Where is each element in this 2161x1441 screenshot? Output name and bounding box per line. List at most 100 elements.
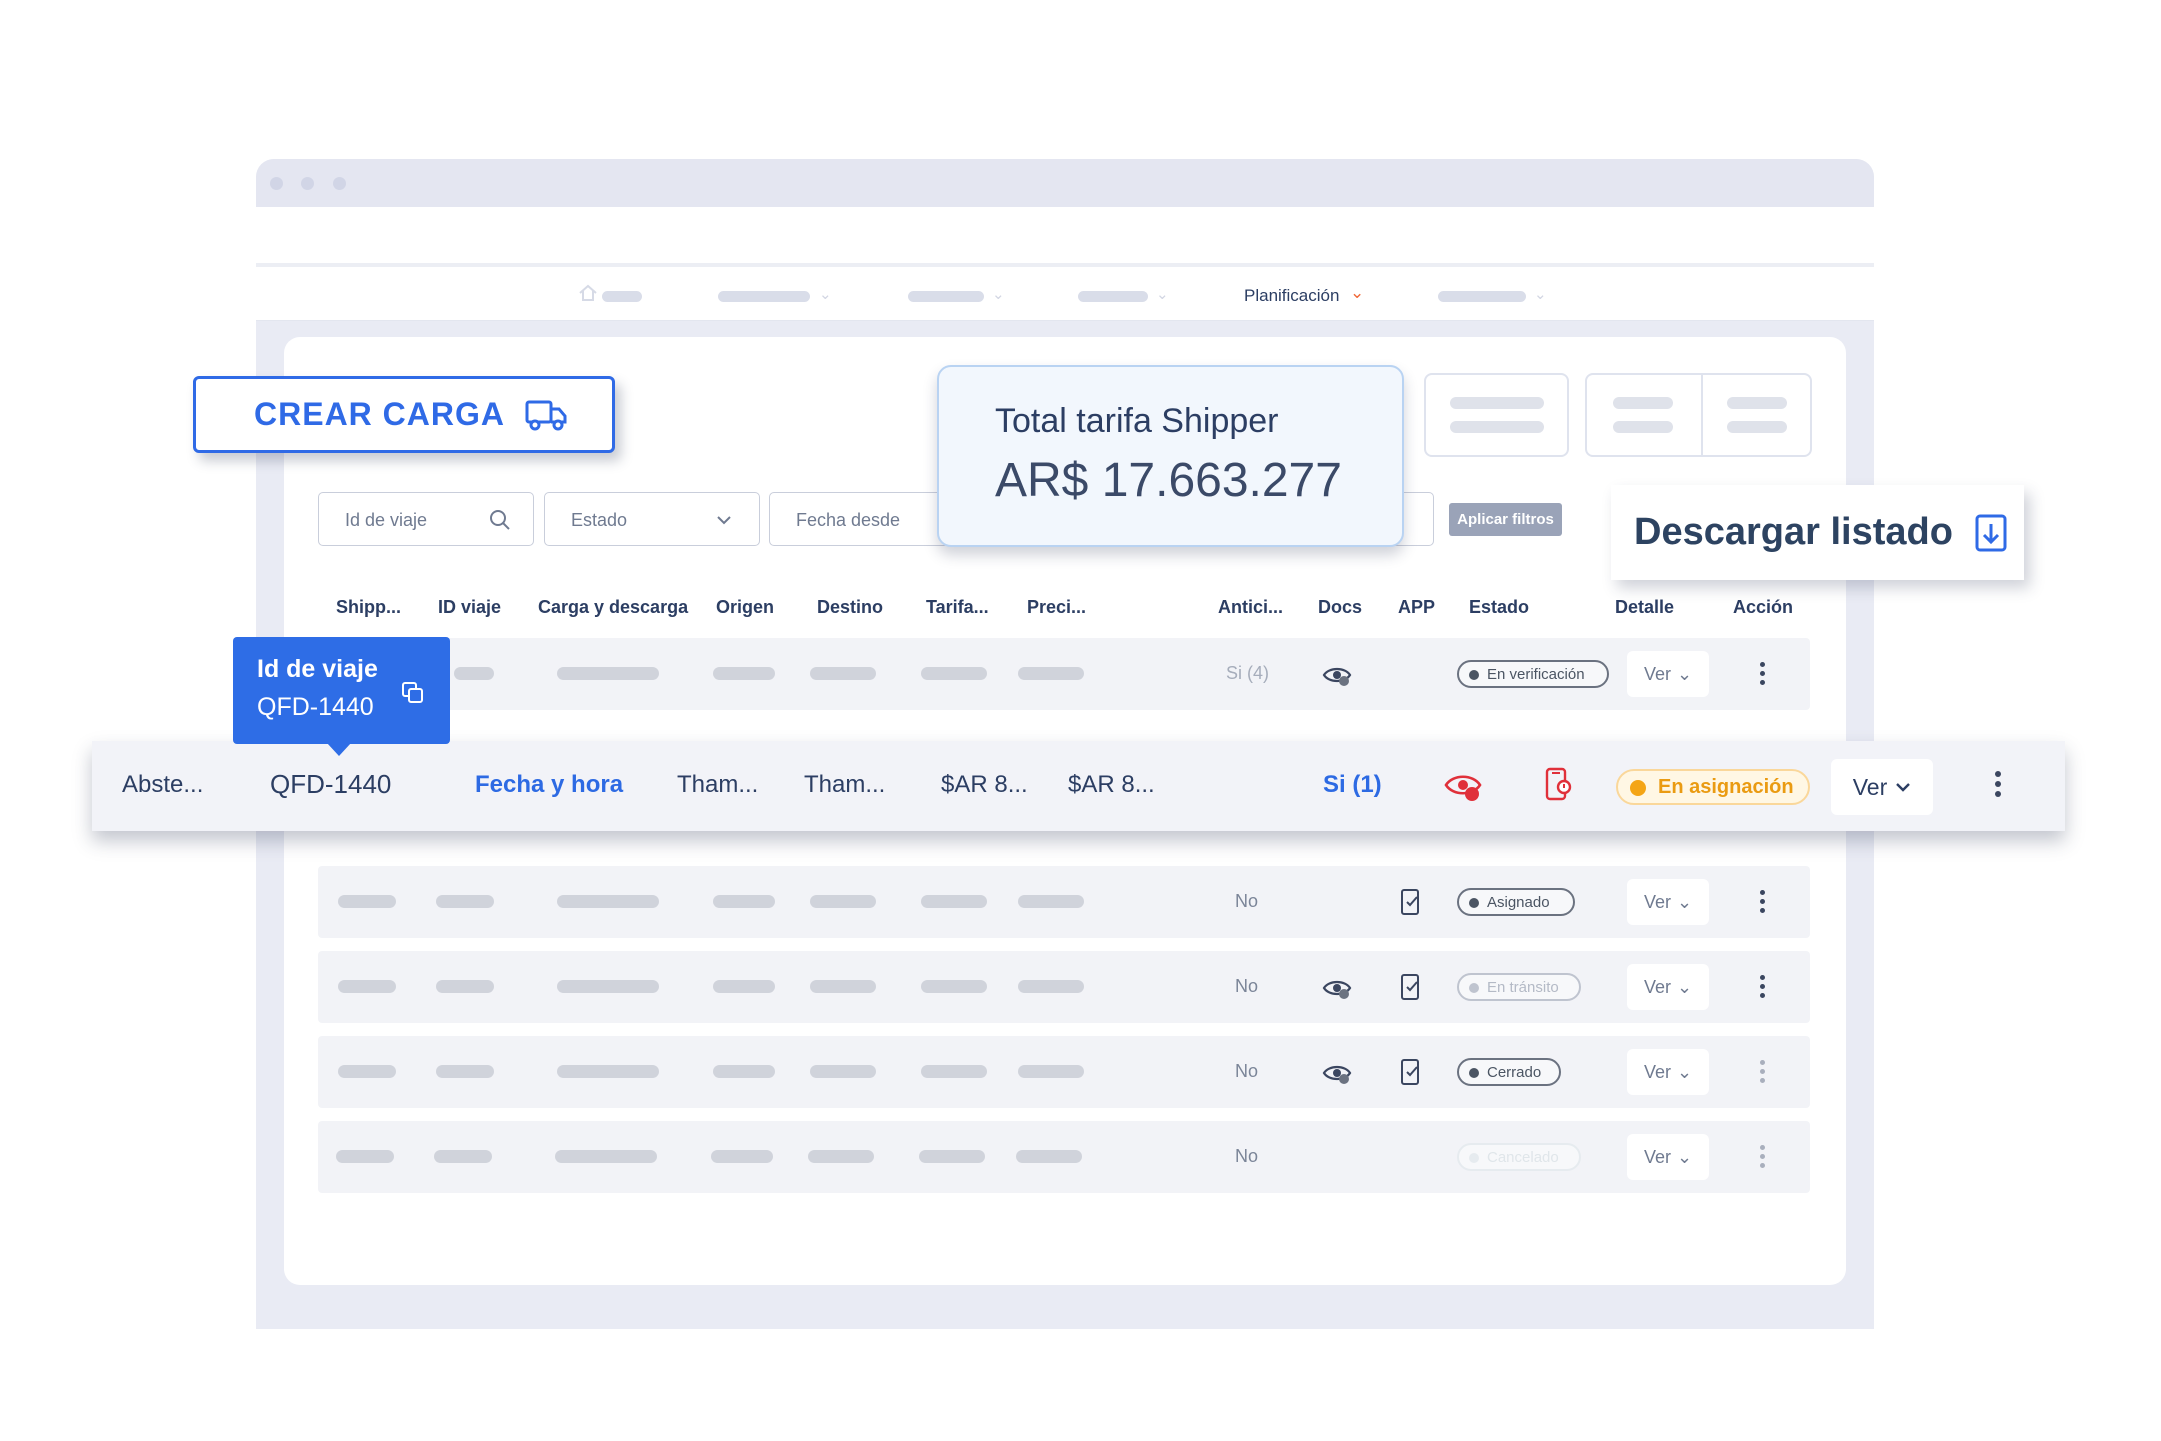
column-header-status[interactable]: Estado <box>1469 597 1529 618</box>
cell-placeholder <box>1018 980 1084 993</box>
ver-dropdown-button[interactable]: Ver ⌄ <box>1627 879 1709 925</box>
app-check-icon[interactable] <box>1400 973 1422 1001</box>
table-row[interactable]: No Asignado Ver ⌄ <box>318 866 1810 938</box>
apply-filters-button[interactable]: Aplicar filtros <box>1449 503 1562 536</box>
cell-placeholder <box>713 980 775 993</box>
home-icon[interactable] <box>578 284 598 302</box>
placeholder-bar <box>1613 421 1673 433</box>
create-load-label: CREAR CARGA <box>254 396 505 432</box>
placeholder-card[interactable] <box>1424 373 1569 457</box>
download-list-label: Descargar listado <box>1634 511 1953 553</box>
nav-item-placeholder[interactable] <box>602 291 642 302</box>
app-check-icon[interactable] <box>1400 888 1422 916</box>
cell-placeholder <box>921 980 987 993</box>
kebab-menu-icon[interactable] <box>1760 975 1766 1002</box>
cell-placeholder <box>713 1065 775 1078</box>
kebab-menu-icon[interactable] <box>1760 1060 1766 1087</box>
ver-dropdown-button[interactable]: Ver ⌄ <box>1627 1134 1709 1180</box>
chevron-down-icon: ⌄ <box>1676 1061 1693 1082</box>
total-rate-value: AR$ 17.663.277 <box>995 454 1342 507</box>
ver-dropdown-button[interactable]: Ver ⌄ <box>1627 964 1709 1010</box>
cell-placeholder <box>436 980 494 993</box>
ver-dropdown-button[interactable]: Ver <box>1831 759 1933 815</box>
cell-placeholder <box>921 1065 987 1078</box>
ver-label: Ver <box>1643 891 1671 912</box>
ver-dropdown-button[interactable]: Ver ⌄ <box>1627 1049 1709 1095</box>
nav-item-placeholder[interactable] <box>1438 291 1526 302</box>
trip-id-filter-input[interactable]: Id de viaje <box>318 492 534 546</box>
cell-placeholder <box>555 1150 657 1163</box>
date-from-filter-placeholder: Fecha desde <box>796 510 901 530</box>
eye-icon[interactable] <box>1322 663 1352 687</box>
column-header-rate[interactable]: Tarifa... <box>926 597 989 618</box>
cell-placeholder <box>557 980 659 993</box>
table-row[interactable]: No Cerrado Ver ⌄ <box>318 1036 1810 1108</box>
trip-id-tooltip: Id de viaje QFD-1440 <box>233 637 450 756</box>
kebab-menu-icon[interactable] <box>1995 771 2002 801</box>
chevron-down-icon: ⌄ <box>1350 283 1365 302</box>
highlighted-table-row[interactable]: Abste... QFD-1440 Fecha y hora Tham... T… <box>92 741 2065 831</box>
status-badge: En asignación <box>1616 769 1810 805</box>
tooltip-title: Id de viaje <box>257 655 378 683</box>
cell-placeholder <box>921 667 987 680</box>
download-list-button[interactable]: Descargar listado <box>1611 485 2024 580</box>
cell-placeholder <box>810 1065 876 1078</box>
column-header-load-unload[interactable]: Carga y descarga <box>538 597 688 618</box>
column-header-detail[interactable]: Detalle <box>1615 597 1674 618</box>
status-badge: Cancelado <box>1457 1143 1581 1171</box>
column-header-action[interactable]: Acción <box>1733 597 1793 618</box>
eye-icon[interactable] <box>1322 976 1352 1000</box>
column-header-trip-id[interactable]: ID viaje <box>438 597 501 618</box>
placeholder-bar <box>1613 397 1673 409</box>
status-badge: Asignado <box>1457 888 1575 916</box>
column-header-app[interactable]: APP <box>1398 597 1435 618</box>
advance-cell: No <box>1235 891 1259 911</box>
eye-icon[interactable] <box>1322 1061 1352 1085</box>
rate-cell: $AR 8... <box>941 771 1028 798</box>
kebab-menu-icon[interactable] <box>1760 662 1766 689</box>
cell-placeholder <box>810 980 876 993</box>
search-icon <box>490 510 510 530</box>
trip-id-cell[interactable]: QFD-1440 <box>270 769 391 800</box>
eye-alert-icon[interactable] <box>1444 771 1482 803</box>
nav-item-placeholder[interactable] <box>908 291 984 302</box>
ver-label: Ver <box>1852 773 1888 800</box>
ver-dropdown-button[interactable]: Ver ⌄ <box>1627 651 1709 697</box>
copy-icon[interactable] <box>400 680 426 706</box>
table-row[interactable]: Si (4) En verificación Ver ⌄ <box>318 638 1810 710</box>
table-row[interactable]: No Cancelado Ver ⌄ <box>318 1121 1810 1193</box>
nav-item-placeholder[interactable] <box>718 291 810 302</box>
cell-placeholder <box>1018 1065 1084 1078</box>
cell-placeholder <box>436 1065 494 1078</box>
load-unload-link[interactable]: Fecha y hora <box>475 771 623 799</box>
column-header-advance[interactable]: Antici... <box>1218 597 1283 618</box>
create-load-button[interactable]: CREAR CARGA <box>193 376 615 453</box>
window-titlebar <box>256 159 1874 207</box>
cell-placeholder <box>557 667 659 680</box>
advance-link[interactable]: Si (1) <box>1323 771 1382 799</box>
advance-cell: No <box>1235 1146 1259 1166</box>
kebab-menu-icon[interactable] <box>1760 890 1766 917</box>
column-header-destination[interactable]: Destino <box>817 597 883 618</box>
placeholder-card[interactable] <box>1585 373 1812 457</box>
placeholder-bar <box>1450 421 1544 433</box>
kebab-menu-icon[interactable] <box>1760 1145 1766 1172</box>
placeholder-bar <box>1450 397 1544 409</box>
cell-placeholder <box>454 667 494 680</box>
column-header-shipper[interactable]: Shipp... <box>336 597 401 618</box>
app-check-icon[interactable] <box>1400 1058 1422 1086</box>
nav-item-planificacion[interactable]: Planificación <box>1244 286 1339 306</box>
cell-placeholder <box>921 895 987 908</box>
app-alert-icon[interactable] <box>1544 767 1572 803</box>
column-header-docs[interactable]: Docs <box>1318 597 1362 618</box>
address-bar <box>256 207 1874 263</box>
chevron-down-icon: ⌄ <box>1534 286 1547 303</box>
cell-placeholder <box>1018 667 1084 680</box>
date-from-filter-input[interactable]: Fecha desde <box>769 492 949 546</box>
total-rate-label: Total tarifa Shipper <box>995 402 1279 440</box>
column-header-price[interactable]: Preci... <box>1027 597 1086 618</box>
table-row[interactable]: No En tránsito Ver ⌄ <box>318 951 1810 1023</box>
state-filter-select[interactable]: Estado <box>544 492 760 546</box>
column-header-origin[interactable]: Origen <box>716 597 774 618</box>
nav-item-placeholder[interactable] <box>1078 291 1148 302</box>
